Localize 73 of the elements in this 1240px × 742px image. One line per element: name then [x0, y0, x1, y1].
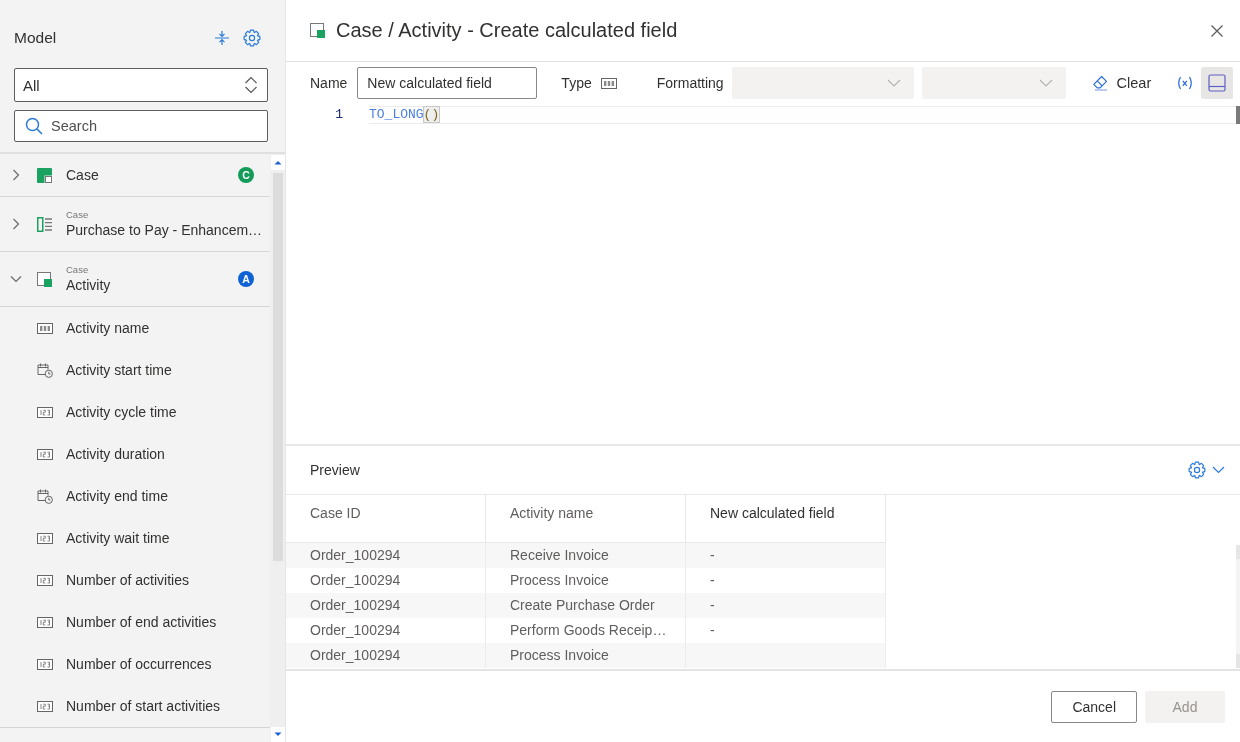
text-tag-icon: [37, 322, 53, 334]
table-cell: -: [686, 543, 886, 568]
number-tag-icon: [37, 406, 53, 418]
field-item[interactable]: Activity cycle time: [66, 404, 177, 420]
table-cell: Process Invoice: [486, 643, 686, 668]
field-item[interactable]: Number of start activities: [66, 698, 221, 714]
eraser-icon: [1091, 75, 1108, 91]
field-label: Name: [310, 75, 348, 91]
table-cell: -: [686, 593, 886, 618]
scrollbar[interactable]: [270, 154, 285, 742]
table-cell: Order_100294: [286, 593, 486, 618]
dialog-title: Case / Activity - Create calculated field: [336, 19, 679, 42]
variable-icon[interactable]: [1176, 75, 1195, 91]
table-icon: [37, 271, 52, 287]
panel-bottom-icon: [1208, 74, 1227, 92]
settings-icon[interactable]: [1188, 461, 1206, 479]
line-number: 1: [334, 106, 343, 124]
context-label: Case: [66, 208, 90, 221]
up-down-chevron-icon: [244, 76, 258, 94]
tree-item[interactable]: Activity: [66, 275, 238, 295]
field-item[interactable]: Number of activities: [66, 572, 189, 588]
table-cell: Create Purchase Order: [486, 593, 686, 618]
number-tag-icon: [37, 532, 53, 544]
letter-badge: C: [238, 167, 254, 183]
table-cell: Order_100294: [286, 643, 486, 668]
field-item[interactable]: Activity name: [66, 320, 150, 336]
number-tag-icon: [37, 574, 53, 586]
number-tag-icon: [37, 616, 53, 628]
tree-item[interactable]: Purchase to Pay - Enhancem…: [66, 220, 263, 240]
cancel-button[interactable]: Cancel: [1051, 690, 1137, 723]
chevron-down-icon: [1038, 79, 1053, 87]
settings-icon[interactable]: [243, 29, 261, 47]
calendar-clock-icon: [37, 362, 53, 378]
table-icon: [37, 167, 52, 183]
field-item[interactable]: Activity start time: [66, 362, 172, 378]
calendar-clock-icon: [37, 488, 53, 504]
number-tag-icon: [37, 658, 53, 670]
field-item[interactable]: Number of occurrences: [66, 656, 212, 672]
clear-button[interactable]: Clear: [1083, 67, 1160, 99]
number-tag-icon: [37, 448, 53, 460]
chevron-down-icon[interactable]: [1212, 466, 1225, 474]
scroll-up-icon[interactable]: [270, 155, 285, 170]
sidebar-title: Model: [14, 29, 57, 47]
search-field[interactable]: Search: [14, 110, 268, 142]
scroll-marker: [1236, 106, 1240, 124]
section-title: Preview: [310, 462, 360, 478]
field-item[interactable]: Activity wait time: [66, 530, 170, 546]
field-item[interactable]: Activity end time: [66, 488, 168, 504]
number-tag-icon: [37, 700, 53, 712]
scroll-down-icon[interactable]: [270, 727, 285, 742]
letter-badge: A: [238, 271, 254, 287]
chevron-down-icon: [887, 79, 902, 87]
chevron-down-icon[interactable]: [10, 273, 22, 285]
chevron-right-icon[interactable]: [10, 218, 22, 230]
tree-item[interactable]: Case: [66, 165, 238, 185]
table-icon: [310, 23, 325, 38]
close-icon[interactable]: [1211, 24, 1223, 37]
field-item[interactable]: Number of end activities: [66, 614, 217, 630]
context-label: Case: [66, 263, 90, 276]
field-label: Type: [561, 75, 592, 91]
chevron-right-icon[interactable]: [10, 169, 22, 181]
model-filter-select[interactable]: All: [14, 68, 268, 102]
table-cell: Order_100294: [286, 543, 486, 568]
collapse-icon[interactable]: [214, 30, 230, 46]
table-cell: Receive Invoice: [486, 543, 686, 568]
formula-editor[interactable]: 1 TO_LONG(): [286, 104, 1240, 446]
field-label: Formatting: [656, 75, 724, 91]
text-tag-icon: [600, 77, 617, 89]
panel-toggle-button[interactable]: [1201, 67, 1233, 99]
name-input[interactable]: New calculated field: [357, 67, 538, 99]
search-icon: [25, 117, 43, 135]
field-item[interactable]: Activity duration: [66, 446, 165, 462]
list-icon: [37, 216, 52, 232]
